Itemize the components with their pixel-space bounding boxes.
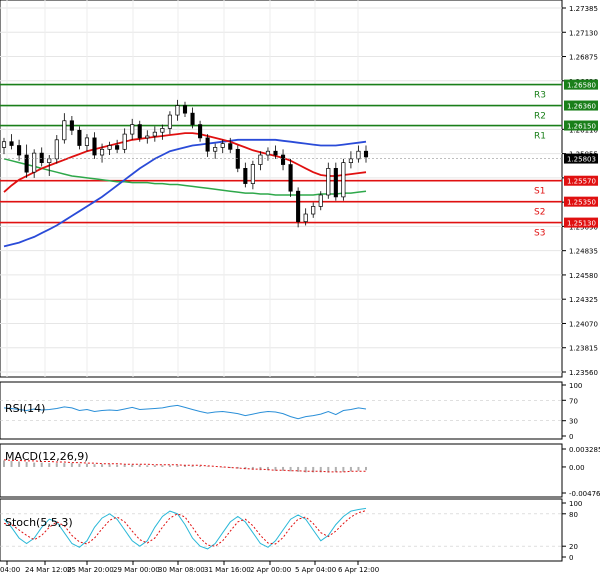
candle-body [167,114,172,129]
candle-body [62,120,67,141]
candle-body [107,145,112,150]
rsi-panel-frame [0,381,563,440]
level-price-label: 1.25130 [567,220,596,228]
rsi-tick-label: 70 [569,397,578,405]
rsi-tick-label: 0 [569,433,573,441]
candle-body [130,124,135,135]
time-tick-label: 25 Mar 20:00 [67,566,114,574]
candle-body [160,128,165,133]
macd-tick-label: 0.00 [569,464,585,472]
candle-body [250,164,255,184]
time-tick-label: 2 Apr 00:00 [250,566,291,574]
price-tick-label: 1.24835 [569,248,598,256]
rsi-tick-label: 100 [569,382,582,390]
candle-body [348,158,353,163]
stoch-tick-label: 20 [569,543,578,551]
level-price-label: 1.25350 [567,199,596,207]
candle-body [273,150,278,156]
candle-body [198,124,203,139]
candle-body [24,154,29,173]
price-tick-label: 1.24070 [569,320,598,328]
candle-body [228,143,233,150]
candle-body [1,141,7,148]
trading-chart: 1.273851.271301.268751.266201.261101.258… [0,0,600,581]
candle-body [17,145,22,156]
level-price-label: 1.26360 [567,103,596,111]
candle-body [265,150,271,156]
macd-tick-label: -0.004769 [569,490,600,498]
level-name-r1: R1 [534,132,546,142]
candle-body [39,152,44,163]
candle-body [356,150,361,160]
candle-body [280,154,286,165]
current-price-label: 1.25803 [567,156,596,164]
stoch-panel-frame [0,498,563,562]
candle-body [296,190,301,222]
chart-svg: 1.273851.271301.268751.266201.261101.258… [0,0,600,574]
candle-body [145,135,150,139]
candle-body [152,131,157,137]
time-tick-label: 30 Mar 08:00 [158,566,205,574]
level-price-label: 1.25570 [567,178,596,186]
candle-body [9,141,14,146]
price-tick-label: 1.26875 [569,54,598,62]
macd-tick-label: 0.003285 [569,446,600,454]
candle-body [115,145,120,150]
price-axis: 1.273851.271301.268751.266201.261101.258… [562,5,598,377]
candle-body [122,133,127,150]
candle-body [213,147,218,152]
price-tick-label: 1.24580 [569,272,598,280]
candle-body [258,154,263,165]
candle-body [137,124,142,139]
candle-body [311,206,316,215]
stoch-tick-label: 100 [569,500,582,508]
candle-body [205,137,210,152]
price-tick-label: 1.24325 [569,296,598,304]
candle-body [182,105,188,114]
candle-body [99,148,105,156]
level-name-s2: S2 [534,208,545,218]
price-tick-label: 1.23815 [569,345,598,353]
candle-body [69,120,74,131]
level-name-r3: R3 [534,91,546,101]
level-price-label: 1.26150 [567,123,596,131]
candle-body [54,139,59,160]
level-name-r2: R2 [534,112,546,122]
price-tick-label: 1.23560 [569,369,598,377]
time-tick-label: 29 Mar 00:00 [113,566,160,574]
rsi-tick-label: 30 [569,418,578,426]
candle-body [303,213,308,222]
level-name-s1: S1 [534,187,545,197]
candle-body [190,112,195,125]
candle-body [77,129,82,146]
candle-body [47,158,52,163]
candle-body [288,164,293,192]
price-tick-label: 1.27130 [569,29,598,37]
rsi-label: RSI(14) [5,402,45,415]
time-tick-label: 5 Apr 04:00 [295,566,336,574]
price-tick-label: 1.27385 [569,5,598,13]
time-tick-label: 04:00 [0,566,20,574]
candle-body [84,137,90,146]
level-price-label: 1.26580 [567,82,596,90]
time-tick-label: 6 Apr 12:00 [338,566,379,574]
candle-body [220,143,225,148]
candle-body [318,194,323,207]
level-name-s3: S3 [534,229,545,239]
stoch-tick-label: 0 [569,554,573,562]
time-tick-label: 31 Mar 16:00 [204,566,251,574]
candle-body [175,105,180,116]
candle-body [341,162,346,198]
candle-body [32,152,37,173]
candle-body [326,168,331,196]
candle-body [92,137,97,156]
time-axis: 04:00 24 Mar 12:0025 Mar 20:00 29 Mar 00:0… [0,561,379,574]
stoch-label: Stoch(5,5,3) [5,516,73,529]
candle-body [243,168,248,184]
time-tick-label: 24 Mar 12:00 [25,566,72,574]
macd-label: MACD(12,26,9) [5,450,89,463]
stoch-tick-label: 80 [569,511,578,519]
candle-body [333,168,338,198]
candle-body [363,150,369,158]
